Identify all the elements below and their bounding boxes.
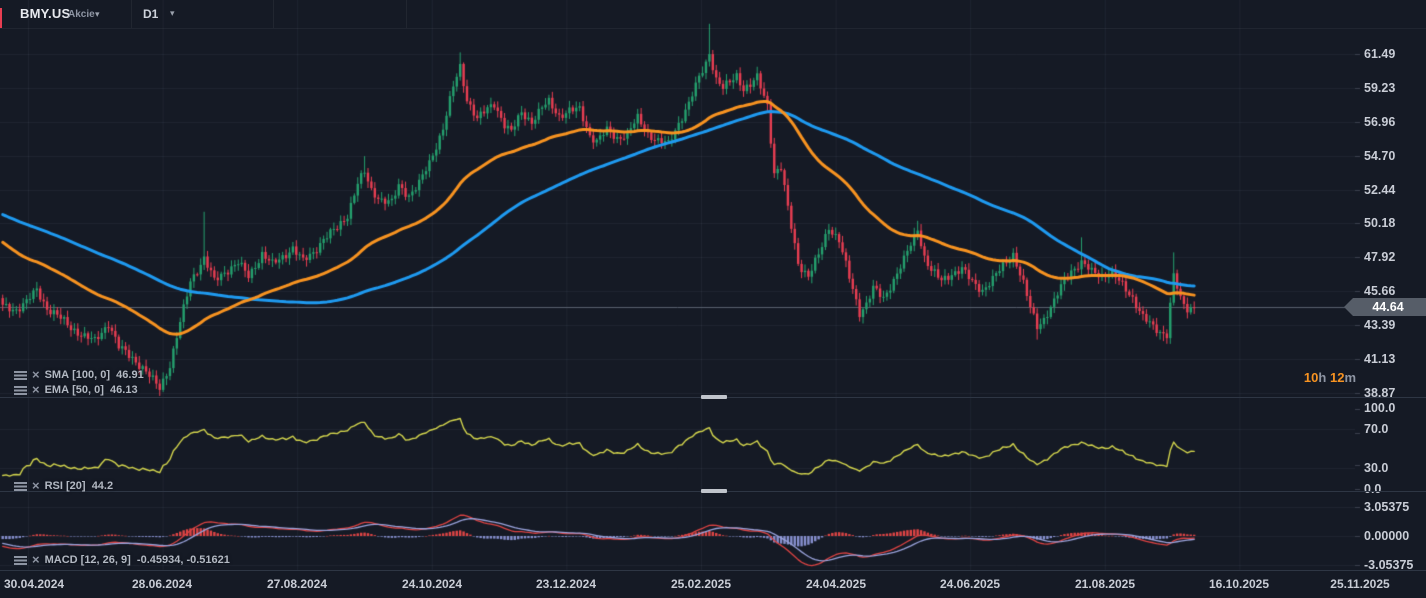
time-axis-divider [0, 570, 1426, 571]
sma-legend: × SMA [100, 0] 46.91 [14, 368, 144, 382]
pane-resize-handle[interactable] [701, 395, 727, 399]
rsi-close-icon[interactable]: × [32, 479, 40, 492]
ema-close-icon[interactable]: × [32, 383, 40, 396]
timeframe-selector[interactable]: D1 [143, 7, 158, 21]
left-edge-marker [0, 8, 2, 28]
countdown-hours: 10 [1303, 370, 1319, 385]
macd-settings-icon[interactable] [14, 555, 27, 565]
header-divider [273, 0, 274, 28]
chart-canvas[interactable] [0, 0, 1426, 598]
sma-value: 46.91 [116, 369, 144, 381]
sma-close-icon[interactable]: × [32, 368, 40, 381]
sma-settings-icon[interactable] [14, 370, 27, 380]
chart-header: BMY.US Akcie ▾ D1 ▾ [0, 0, 1426, 29]
ema-value: 46.13 [110, 384, 138, 396]
header-divider [406, 0, 407, 28]
rsi-value: 44.2 [91, 480, 114, 492]
trading-chart-app: BMY.US Akcie ▾ D1 ▾ 61.49 59.23 56.96 54… [0, 0, 1426, 598]
instrument-type-badge: Akcie [68, 9, 95, 20]
current-price-tag: 44.64 [1344, 298, 1426, 316]
candle-countdown: 10h 12m [1303, 370, 1356, 385]
symbol-label[interactable]: BMY.US [20, 6, 70, 21]
header-divider [131, 0, 132, 28]
ema-legend: × EMA [50, 0] 46.13 [14, 383, 138, 397]
rsi-settings-icon[interactable] [14, 481, 27, 491]
countdown-minutes: 12 [1329, 370, 1345, 385]
symbol-caret-down-icon[interactable]: ▾ [95, 9, 100, 20]
macd-value: -0.45934, -0.51621 [136, 554, 230, 566]
pane-resize-handle[interactable] [701, 489, 727, 493]
macd-close-icon[interactable]: × [32, 553, 40, 566]
timeframe-caret-down-icon[interactable]: ▾ [170, 8, 175, 19]
macd-legend: × MACD [12, 26, 9] -0.45934, -0.51621 [14, 553, 230, 567]
rsi-legend: × RSI [20] 44.2 [14, 479, 113, 493]
ema-settings-icon[interactable] [14, 385, 27, 395]
